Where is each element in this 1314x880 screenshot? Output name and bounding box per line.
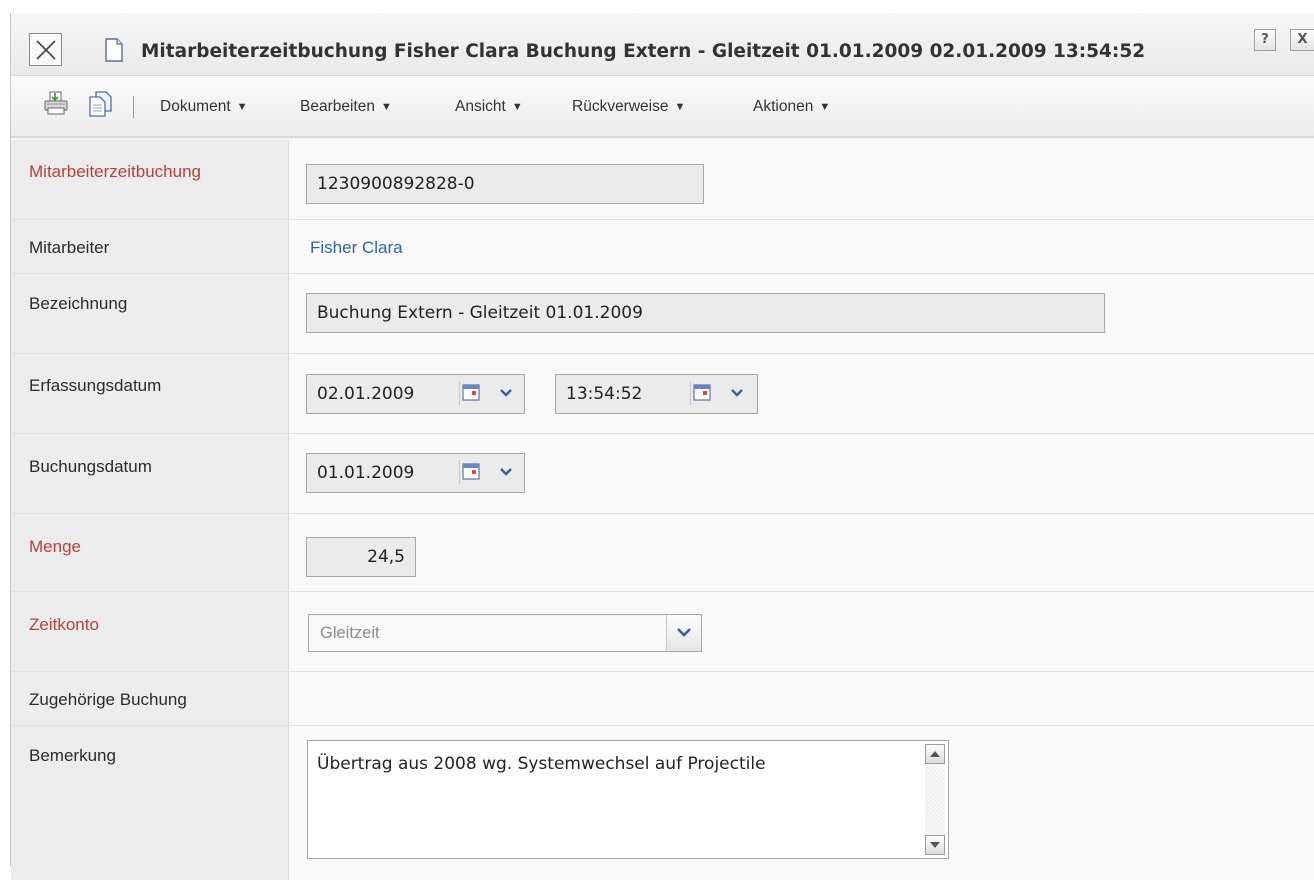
select-value: Gleitzeit [320, 624, 380, 642]
label-zugehoerige-buchung: Zugehörige Buchung [29, 690, 187, 709]
label-erfassungsdatum: Erfassungsdatum [29, 376, 162, 395]
value-cell: 1230900892828-0 [289, 140, 1314, 219]
value-cell: Übertrag aus 2008 wg. Systemwechsel auf … [289, 726, 1314, 880]
title-bar: Mitarbeiterzeitbuchung Fisher Clara Buch… [11, 13, 1314, 76]
chevron-down-icon[interactable] [495, 460, 517, 484]
caret-down-icon: ▼ [819, 101, 831, 113]
label-cell: Menge [11, 514, 289, 591]
row-mitarbeiterzeitbuchung: Mitarbeiterzeitbuchung 1230900892828-0 [11, 140, 1314, 220]
label-cell: Buchungsdatum [11, 434, 289, 513]
toolbar: Dokument ▼ Bearbeiten ▼ Ansicht ▼ Rückverwe… [11, 76, 1314, 138]
copy-icon[interactable] [87, 90, 115, 118]
value-cell: Buchung Extern - Gleitzeit 01.01.2009 [289, 274, 1314, 353]
print-icon[interactable] [43, 90, 69, 116]
menu-bearbeiten[interactable]: Bearbeiten ▼ [300, 98, 392, 116]
field-value: Buchung Extern - Gleitzeit 01.01.2009 [317, 303, 643, 323]
menu-dokument[interactable]: Dokument ▼ [160, 98, 248, 116]
value-cell: 24,5 [289, 514, 1314, 591]
label-mitarbeiter: Mitarbeiter [29, 238, 110, 257]
mitarbeiterzeitbuchung-field: 1230900892828-0 [306, 164, 704, 204]
label-cell: Erfassungsdatum [11, 354, 289, 433]
scroll-down-button[interactable] [925, 835, 945, 855]
close-icon [36, 40, 56, 60]
erfassungsdatum-date-field: 02.01.2009 [306, 374, 525, 414]
caret-down-icon: ▼ [380, 101, 392, 113]
chevron-down-icon[interactable] [726, 381, 748, 405]
caret-down-icon: ▼ [674, 101, 686, 113]
menu-rueckverweise[interactable]: Rückverweise ▼ [572, 98, 685, 116]
menu-ansicht[interactable]: Ansicht ▼ [455, 98, 523, 116]
caret-down-icon: ▼ [511, 101, 523, 113]
label-cell: Zugehörige Buchung [11, 672, 289, 725]
label-buchungsdatum: Buchungsdatum [29, 457, 152, 476]
menu-label: Aktionen [753, 98, 814, 115]
label-cell: Bezeichnung [11, 274, 289, 353]
field-value: 02.01.2009 [317, 384, 415, 404]
caret-down-icon: ▼ [236, 101, 248, 113]
row-erfassungsdatum: Erfassungsdatum 02.01.2009 13:54:52 [11, 354, 1314, 434]
menu-label: Rückverweise [572, 98, 669, 115]
field-value: 13:54:52 [566, 384, 643, 404]
label-cell: Mitarbeiterzeitbuchung [11, 140, 289, 219]
value-cell: 01.01.2009 [289, 434, 1314, 513]
row-buchungsdatum: Buchungsdatum 01.01.2009 [11, 434, 1314, 514]
value-cell: 02.01.2009 13:54:52 [289, 354, 1314, 433]
label-menge: Menge [29, 537, 81, 556]
menu-label: Bearbeiten [300, 98, 375, 115]
calendar-icon[interactable] [459, 460, 484, 484]
menu-label: Dokument [160, 98, 231, 115]
buchungsdatum-date-field: 01.01.2009 [306, 453, 525, 493]
toolbar-separator [133, 96, 134, 118]
bezeichnung-field: Buchung Extern - Gleitzeit 01.01.2009 [306, 293, 1105, 333]
row-bezeichnung: Bezeichnung Buchung Extern - Gleitzeit 0… [11, 274, 1314, 354]
close-document-button[interactable] [29, 33, 62, 66]
value-cell: Gleitzeit [289, 592, 1314, 671]
help-button[interactable]: ? [1254, 29, 1276, 51]
menu-label: Ansicht [455, 98, 506, 115]
field-value: 1230900892828-0 [317, 174, 475, 194]
scroll-up-button[interactable] [925, 744, 945, 764]
field-value: 24,5 [367, 547, 405, 567]
label-cell: Mitarbeiter [11, 220, 289, 273]
arrow-up-icon [930, 751, 940, 757]
document-icon [105, 38, 123, 62]
label-cell: Zeitkonto [11, 592, 289, 671]
close-window-button[interactable]: X [1290, 29, 1314, 51]
bemerkung-textarea[interactable]: Übertrag aus 2008 wg. Systemwechsel auf … [307, 740, 949, 859]
value-cell [289, 672, 1314, 725]
label-bezeichnung: Bezeichnung [29, 294, 128, 313]
row-zugehoerige-buchung: Zugehörige Buchung [11, 672, 1314, 726]
menu-aktionen[interactable]: Aktionen ▼ [753, 98, 830, 116]
zeitkonto-select[interactable]: Gleitzeit [308, 614, 702, 652]
chevron-down-icon[interactable] [495, 381, 517, 405]
row-mitarbeiter: Mitarbeiter Fisher Clara [11, 220, 1314, 274]
erfassungsdatum-time-field: 13:54:52 [555, 374, 758, 414]
label-mitarbeiterzeitbuchung: Mitarbeiterzeitbuchung [29, 162, 201, 181]
select-arrow[interactable] [666, 615, 701, 651]
document-window: Mitarbeiterzeitbuchung Fisher Clara Buch… [10, 13, 1314, 880]
window-title: Mitarbeiterzeitbuchung Fisher Clara Buch… [141, 41, 1146, 62]
calendar-icon[interactable] [690, 381, 715, 405]
label-cell: Bemerkung [11, 726, 289, 880]
field-value: 01.01.2009 [317, 463, 415, 483]
label-bemerkung: Bemerkung [29, 746, 116, 765]
row-bemerkung: Bemerkung Übertrag aus 2008 wg. Systemwe… [11, 726, 1314, 880]
value-cell: Fisher Clara [289, 220, 1314, 273]
scrollbar[interactable] [925, 744, 945, 855]
arrow-down-icon [930, 842, 940, 848]
calendar-icon[interactable] [459, 381, 484, 405]
row-menge: Menge 24,5 [11, 514, 1314, 592]
mitarbeiter-link[interactable]: Fisher Clara [310, 238, 403, 258]
row-zeitkonto: Zeitkonto Gleitzeit [11, 592, 1314, 672]
chevron-down-icon [677, 628, 691, 637]
label-zeitkonto: Zeitkonto [29, 615, 99, 634]
menge-field: 24,5 [306, 537, 416, 577]
textarea-value: Übertrag aus 2008 wg. Systemwechsel auf … [317, 754, 766, 774]
